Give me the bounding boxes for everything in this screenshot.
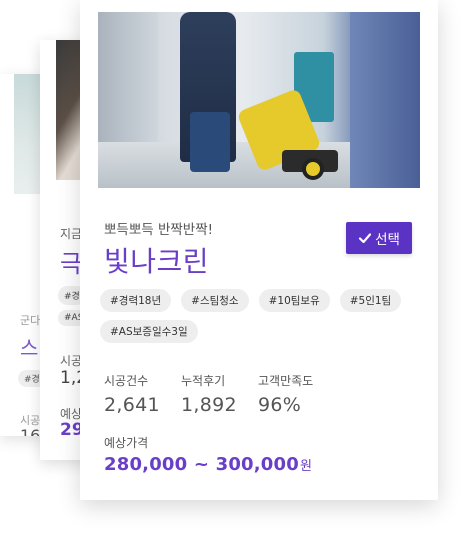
company-title: 스: [20, 336, 39, 360]
tag: #경력18년: [100, 289, 172, 312]
stat-value: 16: [20, 426, 41, 436]
stat-label: 시공건수: [104, 374, 149, 388]
select-button[interactable]: 선택: [346, 222, 412, 254]
stat-label: 시공: [60, 354, 83, 368]
check-icon: [358, 231, 372, 245]
stat-construction-count: 시공건수 2,641: [104, 372, 181, 416]
stat-review-count: 누적후기 1,892: [181, 372, 258, 416]
stats-row: 시공건수 2,641 누적후기 1,892 고객만족도 96%: [104, 372, 335, 416]
company-card-main[interactable]: 뽀득뽀득 반짝반짝! 빛나크린 선택 #경력18년 #스팀청소 #10팀보유 #…: [80, 0, 438, 500]
stat-value: 1,892: [181, 394, 237, 416]
price-value: 280,000 ~ 300,000: [104, 454, 299, 475]
card-subtitle: 뽀득뽀득 반짝반짝!: [104, 222, 214, 238]
select-button-label: 선택: [375, 232, 400, 248]
stat-satisfaction: 고객만족도 96%: [258, 372, 335, 416]
stat-label: 고객만족도: [258, 374, 314, 388]
company-title: 빛나크린: [104, 245, 210, 278]
stat-label: 누적후기: [181, 374, 226, 388]
price-unit: 원: [299, 459, 312, 474]
stat-value: 2,641: [104, 394, 160, 416]
tag: #스팀청소: [181, 289, 249, 312]
card-region-text: 군다: [20, 314, 41, 327]
tag: #10팀보유: [258, 289, 330, 312]
stat-value: 96%: [258, 394, 302, 416]
company-title: 극: [60, 250, 83, 278]
price: 280,000 ~ 300,000원: [104, 454, 312, 475]
tag: #AS보증일수3일: [100, 320, 198, 343]
price-label: 예상가격: [104, 436, 149, 450]
tag-list: #경력18년 #스팀청소 #10팀보유 #5인1팀 #AS보증일수3일: [100, 289, 420, 343]
tag: #5인1팀: [339, 289, 402, 312]
cleaning-worker-photo: [98, 12, 420, 188]
card-subtitle: 지금: [60, 227, 83, 241]
